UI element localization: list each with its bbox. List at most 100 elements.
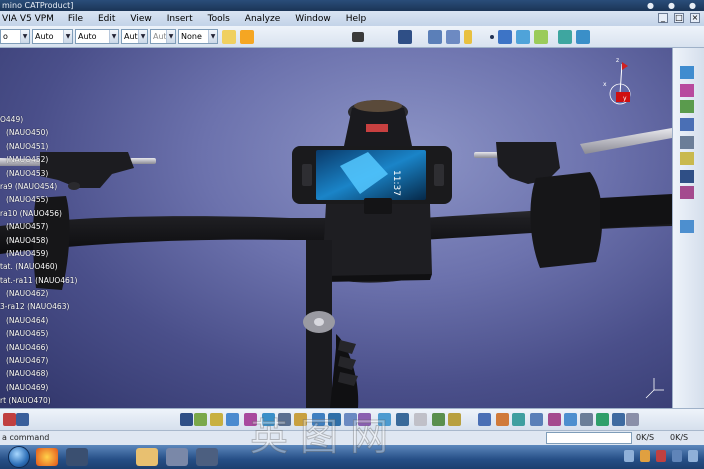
spec-tree-node[interactable]: (NAUO464): [0, 314, 90, 327]
spec-tree-node[interactable]: (NAUO458): [0, 234, 90, 247]
point-icon[interactable]: [490, 34, 494, 39]
tray-volume-icon[interactable]: [672, 450, 682, 462]
line-thickness-combo[interactable]: Auto ▼: [75, 29, 119, 44]
minimize-icon[interactable]: _: [658, 13, 668, 23]
model-icon[interactable]: [576, 29, 590, 44]
close-icon[interactable]: ×: [690, 13, 700, 23]
tray-network-icon[interactable]: [624, 450, 634, 462]
menu-tools[interactable]: Tools: [208, 14, 230, 24]
render-icon[interactable]: [478, 413, 491, 426]
curve-icon[interactable]: [498, 29, 512, 44]
chevron-down-icon[interactable]: ▼: [208, 30, 217, 43]
clash-icon[interactable]: [262, 413, 275, 426]
spec-tree-node[interactable]: (NAUO462): [0, 287, 90, 300]
spec-tree-node[interactable]: tat.-ra11 (NAUO461): [0, 274, 90, 287]
tray-antivirus-icon[interactable]: [640, 450, 650, 462]
measure-icon[interactable]: [244, 413, 257, 426]
folder-icon[interactable]: [136, 448, 158, 466]
sheet-icon[interactable]: [558, 29, 572, 44]
list-icon[interactable]: [446, 29, 460, 44]
menu-help[interactable]: Help: [346, 14, 367, 24]
scene-icon[interactable]: [512, 413, 525, 426]
annotation-icon[interactable]: [564, 413, 577, 426]
spec-tree-node[interactable]: (NAUO469): [0, 381, 90, 394]
spec-tree-node[interactable]: (NAUO455): [0, 193, 90, 206]
light-icon[interactable]: [530, 413, 543, 426]
snapshot-icon[interactable]: [580, 413, 593, 426]
help-icon[interactable]: [626, 413, 639, 426]
apply-material-icon[interactable]: [496, 413, 509, 426]
spec-tree-node[interactable]: tat. (NAUO460): [0, 260, 90, 273]
pan-icon[interactable]: [312, 413, 325, 426]
formula-icon[interactable]: [226, 413, 239, 426]
3d-viewport[interactable]: 11:37 x y z O449) (NAUO450) (NAUO451) (N…: [0, 48, 672, 408]
menu-file[interactable]: File: [68, 14, 83, 24]
tray-clock-icon[interactable]: [688, 450, 698, 462]
video-icon[interactable]: [596, 413, 609, 426]
swap-icon[interactable]: [448, 413, 461, 426]
spec-tree-node[interactable]: (NAUO466): [0, 341, 90, 354]
spec-tree-node[interactable]: (NAUO450): [0, 126, 90, 139]
tray-app-icon[interactable]: [656, 450, 666, 462]
spec-tree-node[interactable]: rt (NAUO470): [0, 394, 90, 407]
right-grip[interactable]: [530, 172, 603, 268]
constraint-icon[interactable]: [680, 118, 694, 131]
color-combo[interactable]: o ▼: [0, 29, 30, 44]
camera-icon[interactable]: [548, 413, 561, 426]
image-viewer-icon[interactable]: [196, 448, 218, 466]
light-icon[interactable]: [464, 29, 472, 44]
spec-tree-node[interactable]: (NAUO465): [0, 327, 90, 340]
sketch-icon[interactable]: [516, 29, 530, 44]
fit-all-icon[interactable]: [294, 413, 307, 426]
hide-icon[interactable]: [432, 413, 445, 426]
compass-widget[interactable]: x y z: [603, 57, 631, 105]
chrome-icon[interactable]: [36, 448, 58, 466]
spec-tree-node[interactable]: (NAUO453): [0, 167, 90, 180]
restore-icon[interactable]: □: [674, 13, 684, 23]
start-button[interactable]: [8, 446, 30, 468]
catalog-icon[interactable]: [398, 29, 412, 44]
chevron-down-icon[interactable]: ▼: [138, 30, 147, 43]
catia-taskbar-icon[interactable]: [166, 448, 188, 466]
right-brake-lever[interactable]: [580, 128, 672, 154]
chevron-down-icon[interactable]: ▼: [20, 30, 29, 43]
sketch-icon[interactable]: [3, 413, 16, 426]
spec-tree-node[interactable]: (NAUO452): [0, 153, 90, 166]
rotate-icon[interactable]: [328, 413, 341, 426]
notification-icon[interactable]: ●: [668, 0, 675, 11]
iso-view-icon[interactable]: [396, 413, 409, 426]
zoom-in-icon[interactable]: [344, 413, 357, 426]
spec-tree-node[interactable]: ra9 (NAUO454): [0, 180, 90, 193]
product-icon[interactable]: [680, 84, 694, 97]
generate-icon[interactable]: [680, 220, 694, 233]
annotation-icon[interactable]: [680, 186, 694, 199]
chevron-down-icon[interactable]: ▼: [109, 30, 118, 43]
move-icon[interactable]: [680, 136, 694, 149]
fog-icon[interactable]: [16, 413, 29, 426]
spec-tree-node[interactable]: 3-ra12 (NAUO463): [0, 300, 90, 313]
layer-combo[interactable]: None ▼: [178, 29, 218, 44]
spec-tree-node[interactable]: (NAUO451): [0, 140, 90, 153]
section-icon[interactable]: [680, 170, 694, 183]
paint-brush-icon[interactable]: [222, 29, 236, 44]
network-icon[interactable]: ●: [647, 0, 654, 11]
menu-window[interactable]: Window: [295, 14, 331, 24]
line-type-combo[interactable]: Aut ▼: [121, 29, 148, 44]
menu-insert[interactable]: Insert: [167, 14, 193, 24]
zoom-out-icon[interactable]: [358, 413, 371, 426]
settings-icon[interactable]: ●: [689, 0, 696, 11]
bicycle-handlebar-model[interactable]: 11:37 x y z: [0, 48, 672, 408]
spec-tree-node[interactable]: (NAUO468): [0, 367, 90, 380]
normal-view-icon[interactable]: [378, 413, 391, 426]
command-input[interactable]: [546, 432, 632, 444]
properties-icon[interactable]: [428, 29, 442, 44]
menu-edit[interactable]: Edit: [98, 14, 115, 24]
component-icon[interactable]: [680, 100, 694, 113]
chat-icon[interactable]: [194, 413, 207, 426]
spec-tree-node[interactable]: (NAUO459): [0, 247, 90, 260]
spec-tree-node[interactable]: ra10 (NAUO456): [0, 207, 90, 220]
chevron-down-icon[interactable]: ▼: [63, 30, 72, 43]
spec-tree-node[interactable]: (NAUO467): [0, 354, 90, 367]
publish-icon[interactable]: [612, 413, 625, 426]
menu-view[interactable]: View: [130, 14, 151, 24]
